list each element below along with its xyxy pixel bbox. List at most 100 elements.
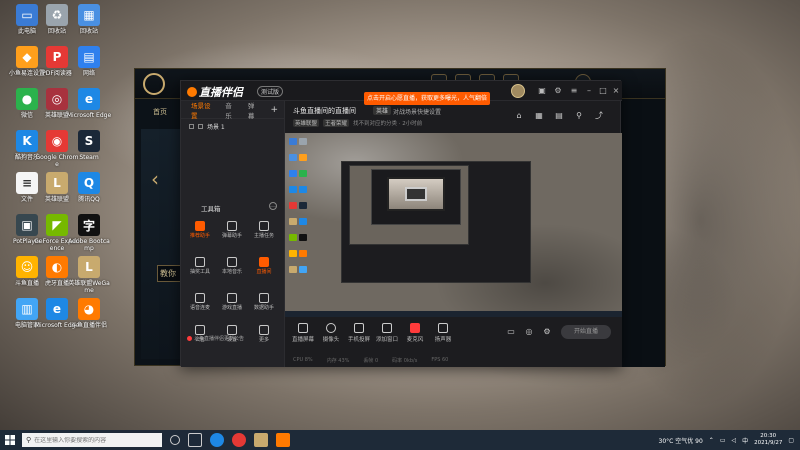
user-avatar[interactable]	[511, 84, 525, 98]
room-tag[interactable]: 英雄联盟	[293, 119, 320, 127]
tool-button[interactable]: 语音连麦	[187, 293, 213, 311]
room-title[interactable]: 斗鱼直播间的直播间	[293, 106, 356, 116]
desktop-icon[interactable]: ◕ 斗鱼直播伴侣	[66, 298, 112, 329]
share-icon[interactable]: ⤴	[593, 109, 605, 121]
source-tool-button[interactable]: 麦克风	[401, 323, 429, 343]
screen-capture-icon	[298, 323, 308, 333]
preview-nested-core	[405, 187, 427, 201]
tool-button[interactable]: 更多	[251, 325, 277, 343]
settings-icon[interactable]: ⚙	[553, 85, 563, 95]
checkbox-icon[interactable]	[189, 123, 194, 129]
app-icon: ◎	[46, 88, 68, 110]
tool-button[interactable]: 本地音乐	[219, 257, 245, 275]
network-icon[interactable]: ▭	[720, 437, 726, 444]
room-tag[interactable]: 王者荣耀	[323, 119, 350, 127]
minimize-icon[interactable]: –	[584, 85, 594, 95]
source-tool-button[interactable]: 直播屏幕	[289, 323, 317, 343]
desktop-icon[interactable]: Q 腾讯QQ	[66, 172, 112, 203]
tool-icon	[227, 257, 237, 267]
scene-item[interactable]: 场景 1	[181, 119, 284, 133]
status-item: 丢帧 0	[363, 358, 379, 364]
maximize-icon[interactable]: □	[598, 85, 608, 95]
lol-home-tab[interactable]: 首页	[153, 107, 167, 117]
more-tools-icon[interactable]: …	[269, 202, 277, 210]
link-icon[interactable]: ⚲	[573, 109, 585, 121]
scene-label: 场景 1	[207, 123, 225, 131]
notice-dot-icon	[187, 336, 192, 341]
gift-icon[interactable]: ▣	[537, 85, 547, 95]
windows-start-icon[interactable]	[0, 430, 20, 450]
eye-icon[interactable]: ◎	[523, 325, 535, 337]
desktop-icon[interactable]: e Microsoft Edge	[66, 88, 112, 119]
tool-button[interactable]: 数据助手	[251, 293, 277, 311]
taskbar-search[interactable]: ⚲	[22, 433, 162, 447]
task-view-icon[interactable]	[188, 433, 202, 447]
desktop-icon[interactable]: S Steam	[66, 130, 112, 161]
volume-icon[interactable]: ◁	[731, 437, 736, 444]
menu-icon[interactable]: ≡	[569, 85, 579, 95]
desktop-icon[interactable]: ▦ 回收站	[66, 4, 112, 35]
add-tab-button[interactable]: +	[270, 105, 278, 115]
tab-scene[interactable]: 场景设置	[191, 100, 214, 120]
notification-icon[interactable]: ▢	[788, 437, 794, 444]
status-bar: CPU 8% 内存 43% 丢帧 0 码率 0kb/s FPS 60	[293, 357, 448, 364]
tool-button[interactable]: 推荐助手	[187, 221, 213, 239]
eye-icon[interactable]	[198, 123, 203, 129]
tool-icon	[195, 257, 205, 267]
tool-button[interactable]: 游戏直播	[219, 293, 245, 311]
lol-logo-icon[interactable]	[143, 73, 165, 95]
desktop-icon[interactable]: L 英雄联盟WeGame	[66, 256, 112, 294]
close-icon[interactable]: ×	[611, 85, 621, 95]
tray-arrow-icon[interactable]: ⌃	[709, 437, 714, 444]
gift-box-icon[interactable]: ▤	[553, 109, 565, 121]
tool-button[interactable]: 直播间	[251, 257, 277, 275]
source-tool-button[interactable]: 扬声器	[429, 323, 457, 343]
tool-button[interactable]: 抽奖工具	[187, 257, 213, 275]
tool-icon	[195, 293, 205, 303]
settings-icon[interactable]: ⚙	[541, 325, 553, 337]
streaming-app-window: 直播伴侣 测试版 ▣ ⚙ ≡ – □ × 点击开启心愿直播，获取更多曝光，人气翻…	[180, 80, 622, 367]
app-icon: P	[46, 46, 68, 68]
update-notice[interactable]: 斗鱼直播伴侣更新公告	[187, 335, 244, 342]
app-icon: 字	[78, 214, 100, 236]
app-icon: ◕	[78, 298, 100, 320]
search-input[interactable]	[34, 436, 155, 444]
lock-icon[interactable]: ⌂	[513, 109, 525, 121]
system-tray: 30°C 空气优 90 ⌃ ▭ ◁ 中 20:30 2021/9/27 ▢	[659, 430, 795, 450]
app-icon: ◤	[46, 214, 68, 236]
toolbox-label: 工具箱	[201, 205, 221, 213]
record-icon[interactable]: ▦	[533, 109, 545, 121]
microphone-icon	[410, 323, 420, 333]
weather-widget[interactable]: 30°C 空气优 90	[659, 436, 703, 445]
source-tool-button[interactable]: 手机投屏	[345, 323, 373, 343]
app-icon: L	[46, 172, 68, 194]
chrome-taskbar-icon[interactable]	[232, 433, 246, 447]
start-stream-button[interactable]: 开始直播	[561, 325, 611, 339]
desktop-icon[interactable]: 字 Adobe Bootcamp	[66, 214, 112, 252]
stream-preview[interactable]	[285, 133, 622, 317]
lol-taskbar-icon[interactable]	[254, 433, 268, 447]
tab-danmu[interactable]: 弹幕	[248, 100, 260, 120]
edge-taskbar-icon[interactable]	[210, 433, 224, 447]
room-category[interactable]: 英雄	[373, 106, 392, 115]
tool-button[interactable]: 主播任务	[251, 221, 277, 239]
camera-icon	[326, 323, 336, 333]
tab-music[interactable]: 音乐	[225, 100, 237, 120]
clock[interactable]: 20:30 2021/9/27	[754, 433, 782, 447]
input-language[interactable]: 中	[742, 436, 748, 445]
room-subtitle[interactable]: 对战场景快捷设置	[393, 107, 441, 116]
source-tool-button[interactable]: 摄像头	[317, 323, 345, 343]
tool-button[interactable]: 弹幕助手	[219, 221, 245, 239]
app-icon: e	[46, 298, 68, 320]
source-tool-button[interactable]: 添加窗口	[373, 323, 401, 343]
tool-icon	[195, 325, 205, 335]
chevron-left-icon[interactable]: ‹	[151, 167, 159, 191]
cortana-icon[interactable]	[170, 435, 180, 445]
douyu-taskbar-icon[interactable]	[276, 433, 290, 447]
tool-icon	[259, 221, 269, 231]
app-icon: ▤	[78, 46, 100, 68]
desktop-icon[interactable]: ▤ 网络	[66, 46, 112, 77]
lol-social-panel	[615, 99, 665, 367]
record-video-icon[interactable]: ▭	[505, 325, 517, 337]
preview-desktop-icons	[287, 135, 317, 310]
